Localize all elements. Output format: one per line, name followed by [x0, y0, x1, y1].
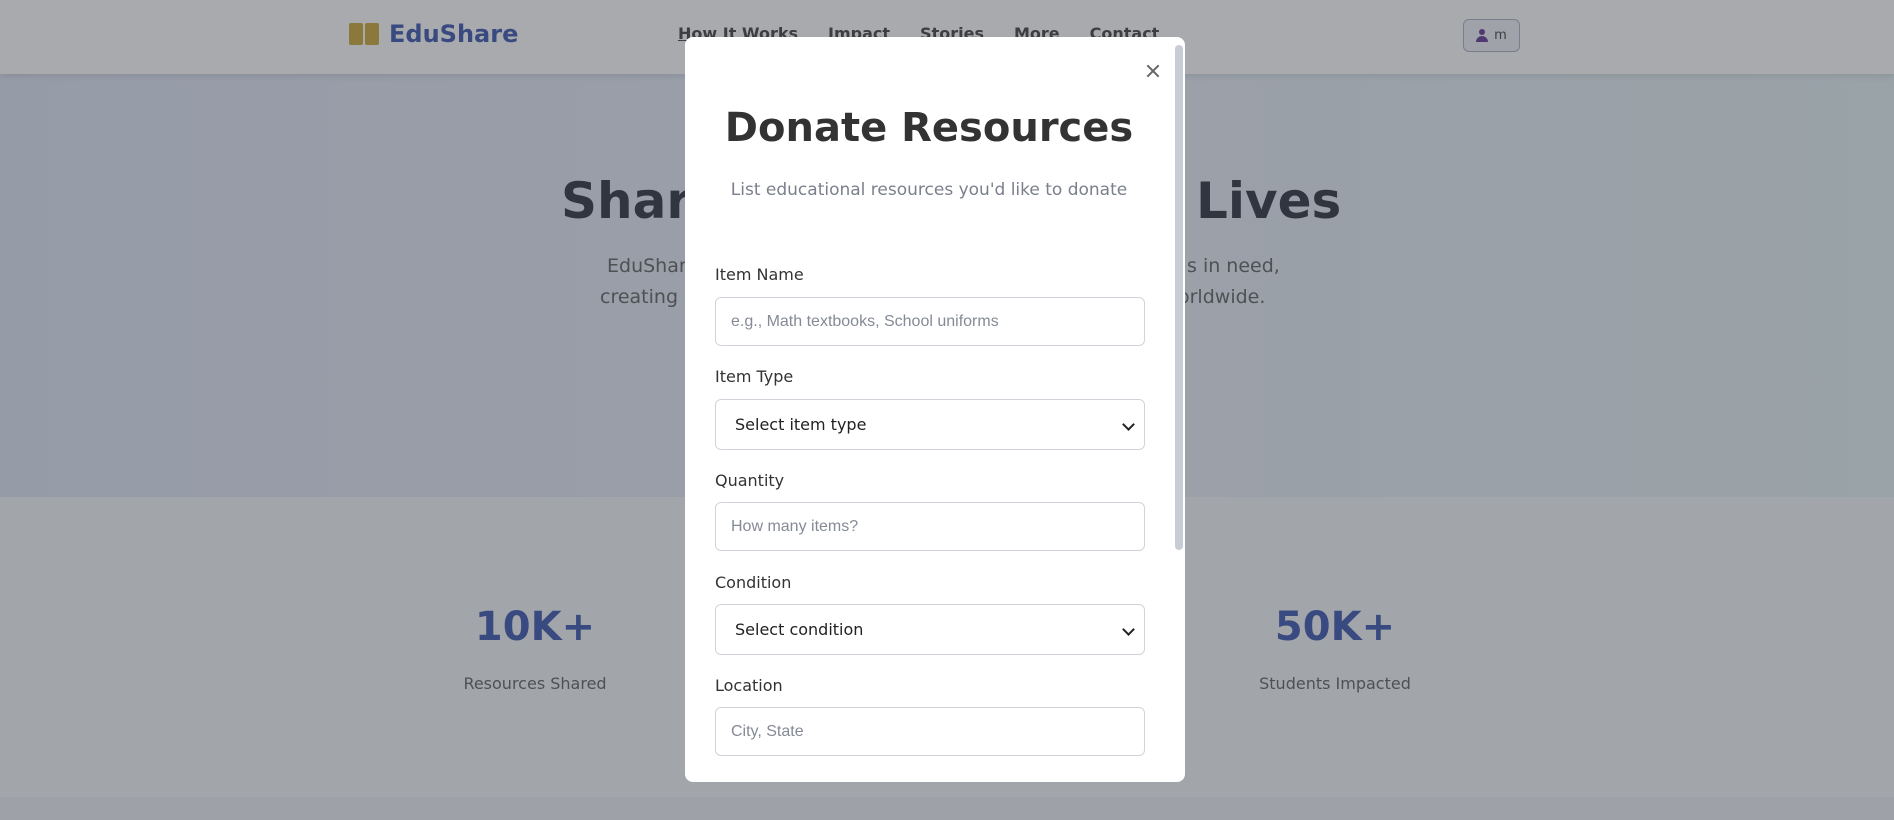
location-label: Location [715, 676, 783, 695]
item-type-label: Item Type [715, 367, 794, 386]
condition-select[interactable]: Select condition [715, 604, 1145, 655]
condition-selected: Select condition [735, 620, 864, 639]
donate-modal: Donate Resources List educational resour… [685, 37, 1185, 782]
modal-scrollbar[interactable] [1175, 45, 1183, 550]
modal-title: Donate Resources [724, 105, 1134, 151]
item-name-label: Item Name [715, 265, 804, 284]
chevron-down-icon [1123, 625, 1133, 635]
item-name-input[interactable] [715, 297, 1145, 346]
close-icon[interactable] [1143, 61, 1163, 81]
quantity-input[interactable] [715, 502, 1145, 551]
modal-subtitle: List educational resources you'd like to… [730, 180, 1128, 200]
quantity-label: Quantity [715, 471, 785, 490]
chevron-down-icon [1123, 420, 1133, 430]
item-type-select[interactable]: Select item type [715, 399, 1145, 450]
item-type-selected: Select item type [735, 415, 867, 434]
location-input[interactable] [715, 707, 1145, 756]
condition-label: Condition [715, 573, 792, 592]
